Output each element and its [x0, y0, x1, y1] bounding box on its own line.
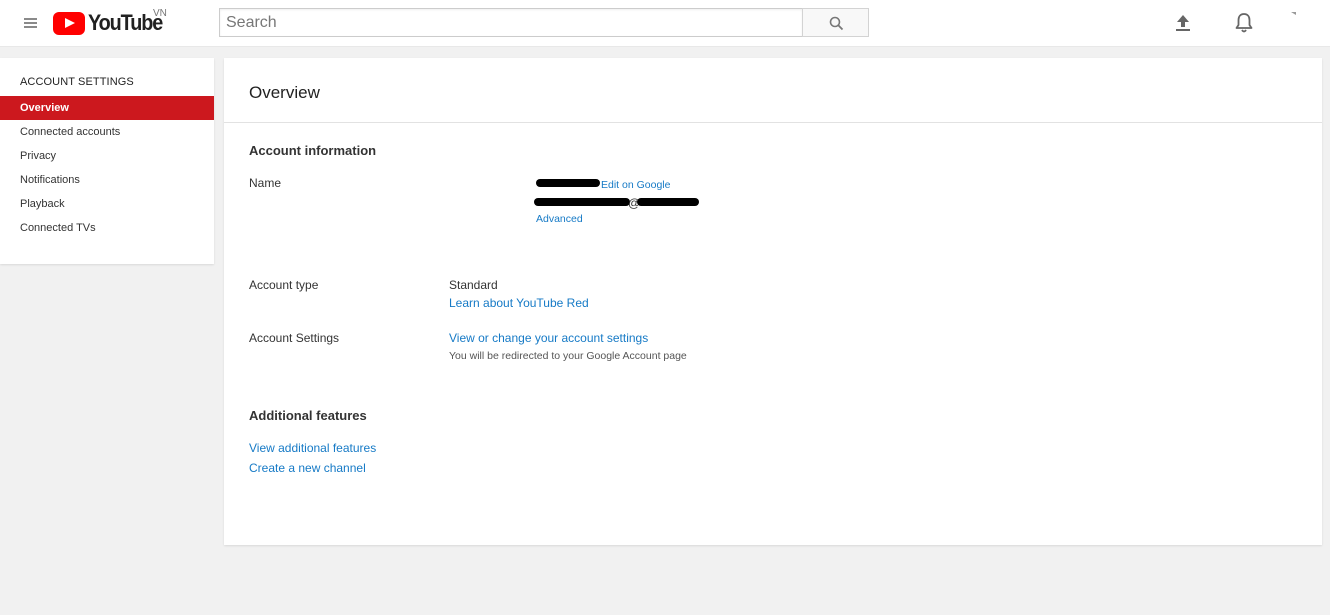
sidebar-item-privacy[interactable]: Privacy — [0, 144, 214, 168]
search-icon — [829, 16, 844, 31]
redacted-name — [536, 179, 600, 187]
bell-icon — [1235, 13, 1253, 33]
search-button[interactable] — [802, 8, 869, 37]
upload-icon — [1176, 15, 1190, 31]
name-label: Name — [249, 176, 282, 190]
redacted-email-user — [534, 198, 630, 206]
hamburger-menu-icon[interactable] — [20, 12, 42, 34]
search-input[interactable] — [219, 8, 803, 37]
top-bar: YouTube VN — [0, 0, 1330, 47]
account-settings-label: Account Settings — [249, 331, 340, 345]
sidebar-heading: ACCOUNT SETTINGS — [20, 76, 134, 88]
sidebar-item-notifications[interactable]: Notifications — [0, 168, 214, 192]
account-type-label: Account type — [249, 278, 319, 292]
redirect-note: You will be redirected to your Google Ac… — [449, 350, 687, 362]
account-information-heading: Account information — [249, 143, 377, 158]
view-account-settings-link[interactable]: View or change your account settings — [449, 331, 648, 345]
account-type-value: Standard — [449, 278, 498, 292]
edit-on-google-link[interactable]: Edit on Google — [601, 179, 670, 191]
sidebar-item-connected-tvs[interactable]: Connected TVs — [0, 216, 214, 240]
learn-youtube-red-link[interactable]: Learn about YouTube Red — [449, 296, 589, 310]
view-additional-features-link[interactable]: View additional features — [249, 441, 376, 455]
avatar[interactable] — [1288, 8, 1300, 20]
create-channel-link[interactable]: Create a new channel — [249, 461, 366, 475]
advanced-link[interactable]: Advanced — [536, 213, 583, 225]
sidebar-item-connected-accounts[interactable]: Connected accounts — [0, 120, 214, 144]
logo-country-code: VN — [153, 8, 167, 19]
overview-card: Overview Account information Name Edit o… — [224, 58, 1322, 545]
upload-button[interactable] — [1172, 12, 1194, 34]
account-settings-sidebar: ACCOUNT SETTINGS Overview Connected acco… — [0, 58, 214, 264]
sidebar-item-playback[interactable]: Playback — [0, 192, 214, 216]
youtube-play-icon — [53, 11, 85, 35]
redacted-email-domain — [637, 198, 699, 206]
youtube-logo[interactable]: YouTube VN — [53, 8, 170, 37]
sidebar-item-overview[interactable]: Overview — [0, 96, 214, 120]
notifications-button[interactable] — [1233, 11, 1255, 35]
avatar-icon — [1291, 12, 1296, 15]
title-divider — [224, 122, 1322, 123]
page-title: Overview — [249, 83, 320, 102]
logo-text: YouTube — [88, 10, 163, 35]
additional-features-heading: Additional features — [249, 408, 367, 423]
